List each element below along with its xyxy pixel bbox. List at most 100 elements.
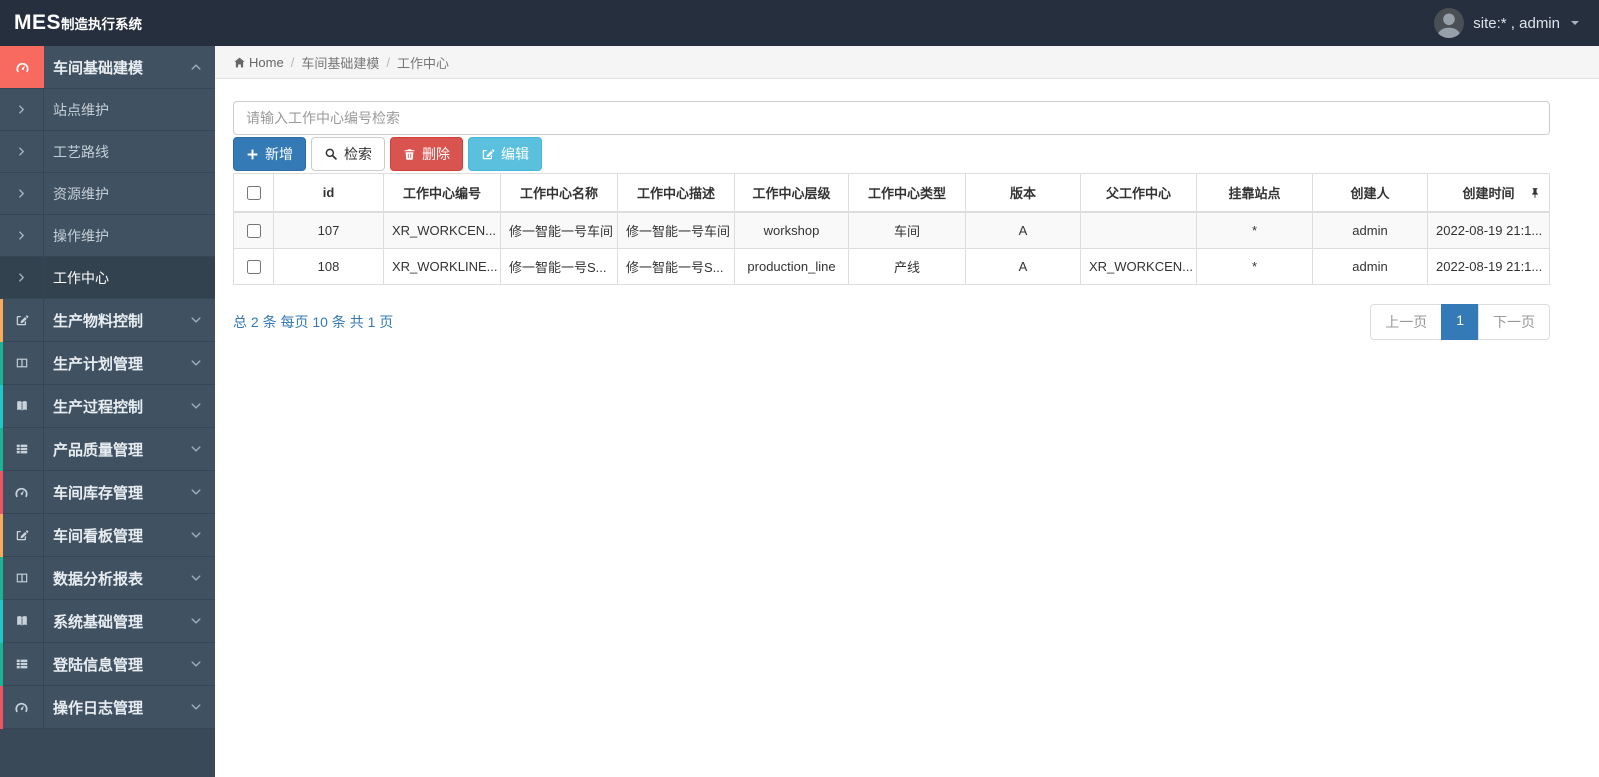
delete-button[interactable]: 删除 (390, 137, 463, 171)
edit-button-label: 编辑 (501, 146, 529, 162)
sidebar-item-label: 生产计划管理 (53, 355, 144, 373)
sidebar-subitem-label: 资源维护 (53, 185, 109, 202)
plus-icon (246, 148, 259, 161)
sidebar-subitem-0-2[interactable]: 资源维护 (0, 173, 215, 215)
cell: * (1196, 248, 1313, 285)
chevron-down-icon (190, 486, 202, 498)
sidebar-subitem-0-0[interactable]: 站点维护 (0, 89, 215, 131)
dashboard-icon (0, 471, 44, 513)
sidebar-item-7[interactable]: 数据分析报表 (0, 557, 215, 600)
column-header-1[interactable]: 工作中心编号 (383, 173, 501, 213)
column-header-3[interactable]: 工作中心描述 (617, 173, 735, 213)
sidebar-item-3[interactable]: 生产过程控制 (0, 385, 215, 428)
cell: workshop (734, 211, 849, 249)
search-button[interactable]: 检索 (311, 137, 385, 171)
pagination-page-1[interactable]: 1 (1441, 304, 1479, 340)
th-list-icon (0, 643, 44, 685)
accent-stripe (0, 471, 3, 514)
sidebar-item-0[interactable]: 车间基础建模 (0, 46, 215, 89)
book-icon (0, 600, 44, 642)
pagination-prev[interactable]: 上一页 (1370, 304, 1443, 340)
edit-icon (481, 147, 495, 161)
sidebar-item-label: 生产过程控制 (53, 398, 144, 416)
cell: XR_WORKLINE... (383, 248, 501, 285)
column-header-8[interactable]: 挂靠站点 (1196, 173, 1313, 213)
column-header-2[interactable]: 工作中心名称 (500, 173, 618, 213)
breadcrumb-home-link[interactable]: Home (233, 55, 284, 70)
sidebar-item-8[interactable]: 系统基础管理 (0, 600, 215, 643)
search-icon (324, 147, 338, 161)
column-header-10[interactable]: 创建时间 (1427, 173, 1550, 213)
accent-stripe (0, 686, 3, 729)
cell: 108 (273, 248, 384, 285)
dashboard-icon (0, 686, 44, 728)
breadcrumb-separator: / (290, 54, 295, 70)
edit-button[interactable]: 编辑 (468, 137, 542, 171)
row-checkbox[interactable] (246, 260, 261, 275)
table-wrap: id 工作中心编号 工作中心名称 工作中心描述 工作中心层级 工作中心类型 版本 父工作中心挂… (233, 173, 1550, 285)
columns-icon (0, 557, 44, 599)
accent-stripe (0, 557, 3, 600)
app-logo: MES 制造执行系统 (14, 11, 142, 35)
add-button[interactable]: 新增 (233, 137, 306, 171)
pagination-next[interactable]: 下一页 (1478, 304, 1550, 340)
caret-down-icon (1571, 21, 1579, 25)
column-header-4[interactable]: 工作中心层级 (734, 173, 849, 213)
book-icon (0, 385, 44, 427)
sidebar-item-6[interactable]: 车间看板管理 (0, 514, 215, 557)
toolbar: 新增 检索 删除 编辑 (233, 137, 1550, 171)
sidebar-item-label: 操作日志管理 (53, 699, 144, 717)
sidebar-item-9[interactable]: 登陆信息管理 (0, 643, 215, 686)
pagination-summary: 总 2 条 每页 10 条 共 1 页 (233, 314, 394, 330)
sidebar-subitem-0-1[interactable]: 工艺路线 (0, 131, 215, 173)
chevron-right-icon (0, 89, 44, 130)
sidebar-item-label: 数据分析报表 (53, 570, 144, 588)
sidebar-item-10[interactable]: 操作日志管理 (0, 686, 215, 729)
user-menu[interactable]: site:* , admin (1434, 8, 1579, 38)
sidebar-item-label: 车间库存管理 (53, 484, 144, 502)
user-label: site:* , admin (1473, 14, 1560, 32)
column-header-6[interactable]: 版本 (965, 173, 1081, 213)
search-input[interactable] (233, 101, 1550, 135)
sidebar-item-5[interactable]: 车间库存管理 (0, 471, 215, 514)
sidebar-subitem-0-3[interactable]: 操作维护 (0, 215, 215, 257)
select-all-checkbox[interactable] (246, 186, 261, 201)
delete-button-label: 删除 (422, 146, 450, 162)
chevron-down-icon (190, 701, 202, 713)
sidebar-subitem-0-4[interactable]: 工作中心 (0, 257, 215, 299)
home-icon (233, 56, 246, 69)
column-header-7[interactable]: 父工作中心 (1080, 173, 1197, 213)
sidebar-subitem-label: 操作维护 (53, 227, 109, 244)
sidebar: 车间基础建模 站点维护 工艺路线资源维护操作维护工作中心生产物料控制生产计划管理 生产… (0, 46, 215, 777)
column-header-9[interactable]: 创建人 (1312, 173, 1428, 213)
row-checkbox[interactable] (246, 224, 261, 239)
accent-stripe (0, 299, 3, 342)
chevron-down-icon (190, 572, 202, 584)
dashboard-icon (0, 46, 44, 88)
sidebar-item-4[interactable]: 产品质量管理 (0, 428, 215, 471)
chevron-down-icon (190, 529, 202, 541)
main-content: Home / 车间基础建模 / 工作中心 新增 检索 删除 编辑 (215, 46, 1599, 777)
cell: 修一智能一号S... (500, 248, 618, 285)
pin-icon[interactable] (1529, 187, 1541, 199)
logo-text-primary: MES (14, 11, 62, 34)
sidebar-subitem-label: 工作中心 (53, 269, 109, 286)
table-row[interactable]: 107 XR_WORKCEN... 修一智能一号车间 修一智能一号车间 workshop… (233, 211, 1550, 249)
column-header-5[interactable]: 工作中心类型 (848, 173, 966, 213)
accent-stripe (0, 428, 3, 471)
breadcrumb-section[interactable]: 车间基础建模 (301, 53, 379, 72)
cell: 107 (273, 211, 384, 249)
cell: 修一智能一号S... (617, 248, 735, 285)
th-list-icon (0, 428, 44, 470)
work-center-table: id 工作中心编号 工作中心名称 工作中心描述 工作中心层级 工作中心类型 版本 父工作中心挂… (233, 173, 1550, 285)
sidebar-item-label: 产品质量管理 (53, 441, 144, 459)
accent-stripe (0, 514, 3, 557)
table-row[interactable]: 108 XR_WORKLINE... 修一智能一号S... 修一智能一号S... pro… (233, 248, 1550, 285)
accent-stripe (0, 643, 3, 686)
cell: admin (1312, 248, 1428, 285)
column-header-0[interactable]: id (273, 173, 384, 213)
chevron-down-icon (190, 357, 202, 369)
sidebar-item-1[interactable]: 生产物料控制 (0, 299, 215, 342)
sidebar-item-2[interactable]: 生产计划管理 (0, 342, 215, 385)
chevron-down-icon (190, 443, 202, 455)
